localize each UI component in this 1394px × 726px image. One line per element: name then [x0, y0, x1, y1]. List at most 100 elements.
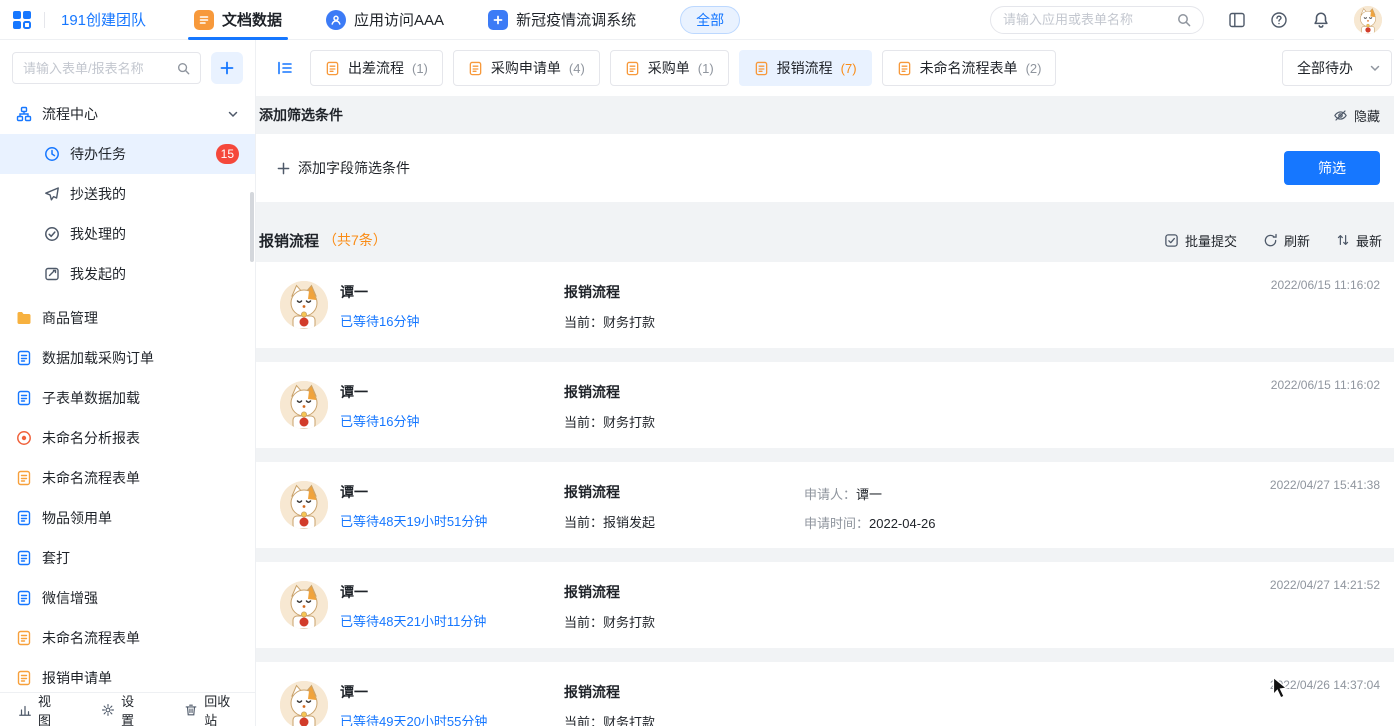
add-form-button[interactable] — [211, 52, 243, 84]
header-search-input[interactable] — [1003, 12, 1169, 27]
refresh-button[interactable]: 刷新 — [1263, 231, 1310, 250]
header-tab-label: 文档数据 — [222, 9, 282, 30]
task-row[interactable]: 谭一 已等待48天19小时51分钟 报销流程 当前：报销发起 申请人：谭一 申请… — [256, 462, 1394, 548]
process-tab-unnamed-form[interactable]: 未命名流程表单 (2) — [882, 50, 1057, 86]
task-row[interactable]: 谭一 已等待16分钟 报销流程 当前：财务打款 2022/06/15 11:16… — [256, 262, 1394, 348]
header-right-tools — [990, 6, 1382, 34]
all-apps-pill[interactable]: 全部 — [680, 6, 740, 34]
header-search[interactable] — [990, 6, 1204, 34]
batch-submit-button[interactable]: 批量提交 — [1164, 231, 1237, 250]
sidebar-item-started-by-me[interactable]: 我发起的 — [0, 254, 255, 294]
sidebar-item-label: 微信增强 — [42, 588, 98, 608]
sidebar-group-process-center[interactable]: 流程中心 — [0, 94, 255, 134]
settings-label: 设置 — [121, 691, 142, 726]
row-timestamp: 2022/04/26 14:37:04 — [1270, 678, 1380, 692]
sidebar-search-input[interactable] — [23, 61, 171, 76]
apply-time-label: 申请时间： — [804, 516, 869, 531]
avatar — [280, 581, 328, 629]
sidebar-item-product-mgmt[interactable]: 商品管理 — [0, 298, 255, 338]
user-avatar[interactable] — [1354, 6, 1382, 34]
process-tab-business-trip[interactable]: 出差流程 (1) — [310, 50, 443, 86]
process-title: 报销流程 — [564, 582, 655, 602]
sidebar-item-unnamed-process-form-1[interactable]: 未命名流程表单 — [0, 458, 255, 498]
filter-card: 添加字段筛选条件 筛选 — [256, 134, 1394, 202]
sidebar-item-data-load-po[interactable]: 数据加载采购订单 — [0, 338, 255, 378]
settings-button[interactable]: 设置 — [101, 691, 142, 726]
sidebar-footer: 视图 设置 回收站 — [0, 692, 255, 726]
notification-bell-icon[interactable] — [1312, 11, 1330, 29]
header-tab-doc-data[interactable]: 文档数据 — [172, 0, 304, 40]
task-row[interactable]: 谭一 已等待16分钟 报销流程 当前：财务打款 2022/06/15 11:16… — [256, 362, 1394, 448]
search-icon[interactable] — [177, 62, 190, 75]
doc-icon — [16, 510, 32, 526]
list-title: 报销流程 — [259, 230, 319, 251]
workbench-panel-icon[interactable] — [1228, 11, 1246, 29]
sidebar-item-handled-by-me[interactable]: 我处理的 — [0, 214, 255, 254]
status-filter-select[interactable]: 全部待办 — [1282, 50, 1392, 86]
doc-app-icon — [194, 10, 214, 30]
sidebar-item-label: 报销申请单 — [42, 668, 112, 688]
doc-icon — [16, 590, 32, 606]
batch-check-icon — [1164, 233, 1179, 248]
help-icon[interactable] — [1270, 11, 1288, 29]
chevron-down-icon[interactable] — [227, 108, 239, 120]
header-divider — [44, 12, 45, 28]
process-tab-count: (1) — [412, 61, 428, 76]
process-tab-purchase-order[interactable]: 采购单 (1) — [610, 50, 729, 86]
header-tab-app-access[interactable]: 应用访问AAA — [304, 0, 466, 40]
avatar — [280, 381, 328, 429]
sort-icon — [1336, 233, 1350, 247]
search-icon[interactable] — [1177, 13, 1191, 27]
active-tab-underline — [188, 37, 288, 40]
applicant-name: 谭一 — [340, 582, 486, 602]
refresh-icon — [1263, 233, 1278, 248]
row-timestamp: 2022/04/27 14:21:52 — [1270, 578, 1380, 592]
row-timestamp: 2022/06/15 11:16:02 — [1271, 278, 1380, 292]
sidebar-item-label: 抄送我的 — [70, 184, 126, 204]
sidebar-item-subform-data-load[interactable]: 子表单数据加载 — [0, 378, 255, 418]
gear-icon — [101, 703, 115, 717]
recycle-bin-button[interactable]: 回收站 — [184, 691, 237, 726]
avatar — [280, 281, 328, 329]
team-name[interactable]: 191创建团队 — [61, 9, 146, 30]
app-grid-icon[interactable] — [12, 10, 32, 30]
sidebar-item-wechat-enhance[interactable]: 微信增强 — [0, 578, 255, 618]
waiting-time: 已等待16分钟 — [340, 311, 419, 330]
current-node: 当前：财务打款 — [564, 712, 655, 726]
sidebar-item-unnamed-report[interactable]: 未命名分析报表 — [0, 418, 255, 458]
status-filter-value: 全部待办 — [1297, 58, 1353, 78]
process-tab-reimbursement[interactable]: 报销流程 (7) — [739, 50, 872, 86]
process-tab-count: (2) — [1026, 61, 1042, 76]
sidebar-item-label: 子表单数据加载 — [42, 388, 140, 408]
sidebar-item-item-requisition[interactable]: 物品领用单 — [0, 498, 255, 538]
sidebar-item-unnamed-process-form-2[interactable]: 未命名流程表单 — [0, 618, 255, 658]
sidebar-scrollbar[interactable] — [250, 192, 254, 262]
doc-icon — [16, 390, 32, 406]
filter-button[interactable]: 筛选 — [1284, 151, 1380, 185]
avatar — [280, 681, 328, 726]
process-tab-label: 采购单 — [648, 58, 690, 78]
applicant-name: 谭一 — [340, 382, 419, 402]
collapse-panel-icon[interactable] — [276, 59, 294, 77]
sidebar-item-todo-tasks[interactable]: 待办任务 15 — [0, 134, 255, 174]
process-title: 报销流程 — [564, 682, 655, 702]
sidebar-item-label: 未命名流程表单 — [42, 468, 140, 488]
chevron-down-icon — [1369, 62, 1381, 74]
check-circle-icon — [44, 226, 60, 242]
views-button[interactable]: 视图 — [18, 691, 59, 726]
sidebar-item-label: 待办任务 — [70, 144, 126, 164]
header-tab-covid-system[interactable]: 新冠疫情流调系统 — [466, 0, 658, 40]
hide-label: 隐藏 — [1354, 106, 1380, 125]
process-tab-label: 未命名流程表单 — [920, 58, 1018, 78]
sidebar-item-cc-to-me[interactable]: 抄送我的 — [0, 174, 255, 214]
process-tab-purchase-request[interactable]: 采购申请单 (4) — [453, 50, 600, 86]
sidebar-item-print-template[interactable]: 套打 — [0, 538, 255, 578]
task-row[interactable]: 谭一 已等待49天20小时55分钟 报销流程 当前：财务打款 2022/04/2… — [256, 662, 1394, 726]
sort-newest-button[interactable]: 最新 — [1336, 231, 1382, 250]
add-field-filter-button[interactable]: 添加字段筛选条件 — [277, 158, 410, 178]
hide-filter-toggle[interactable]: 隐藏 — [1333, 106, 1380, 125]
task-row[interactable]: 谭一 已等待48天21小时11分钟 报销流程 当前：财务打款 2022/04/2… — [256, 562, 1394, 648]
todo-count-badge: 15 — [216, 144, 239, 164]
paper-plane-icon — [44, 186, 60, 202]
sidebar-search[interactable] — [12, 52, 201, 84]
